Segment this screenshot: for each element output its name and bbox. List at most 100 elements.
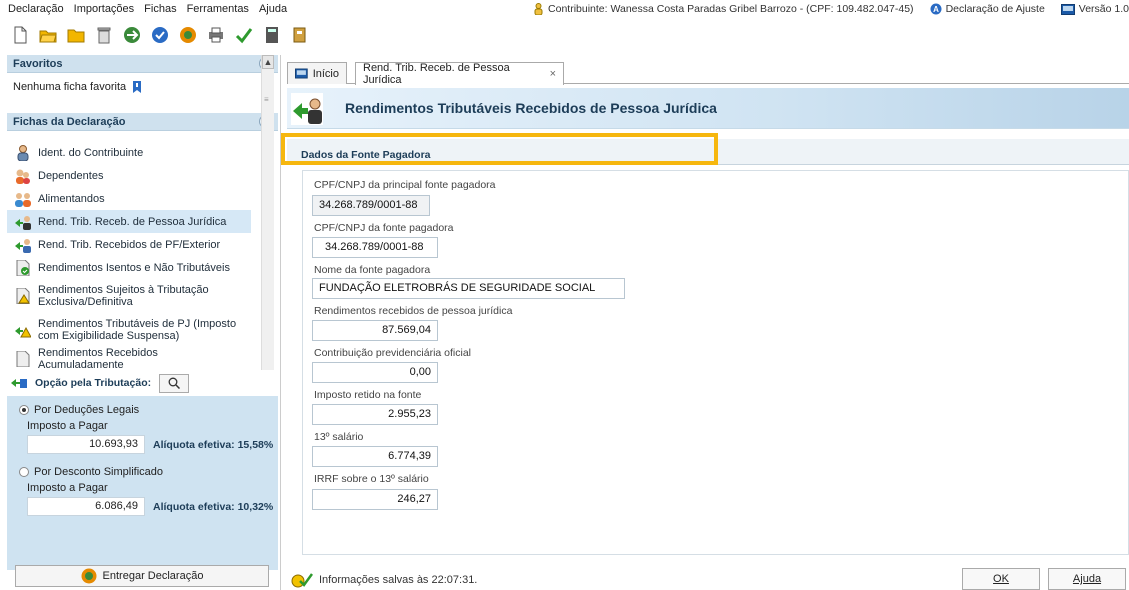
cpf-principal-field: 34.268.789/0001-88 [312, 195, 430, 216]
ficha-label: Rend. Trib. Receb. de Pessoa Jurídica [38, 215, 227, 228]
entregar-declaracao-button[interactable]: Entregar Declaração [15, 565, 269, 587]
saved-check-icon [291, 572, 313, 587]
contribuicao-field[interactable]: 0,00 [312, 362, 438, 383]
version-label: Versão 1.0 [1078, 3, 1129, 15]
fichas-title: Fichas da Declaração [13, 115, 126, 128]
ficha-rend-trib-pj[interactable]: Rend. Trib. Receb. de Pessoa Jurídica [7, 210, 251, 233]
status-message: Informações salvas às 22:07:31. [319, 573, 478, 586]
open-file-button[interactable] [38, 26, 57, 45]
tab-current-label: Rend. Trib. Receb. de Pessoa Jurídica [363, 62, 510, 86]
cpf-fonte-label: CPF/CNPJ da fonte pagadora [314, 222, 454, 234]
ficha-dependentes[interactable]: Dependentes [7, 164, 251, 187]
person-arrow-icon [15, 215, 31, 230]
print-button[interactable] [206, 26, 225, 45]
tributacao-title: Opção pela Tributação: [35, 377, 152, 389]
irrf-decimo-field[interactable]: 246,27 [312, 489, 438, 510]
ficha-rend-exclusiva[interactable]: Rendimentos Sujeitos à Tributação Exclus… [7, 279, 251, 313]
tab-bar: Início Rend. Trib. Receb. de Pessoa Jurí… [287, 62, 1129, 86]
opcao-simplificado-radio[interactable]: Por Desconto Simplificado [7, 454, 278, 478]
entregar-label: Entregar Declaração [102, 570, 204, 582]
menu-bar: Declaração Importações Fichas Ferramenta… [0, 0, 1129, 18]
menu-importacoes[interactable]: Importações [74, 3, 135, 15]
imposto-pagar-simplificado-value: 6.086,49 [27, 497, 145, 516]
menu-ajuda[interactable]: Ajuda [259, 3, 287, 15]
ficha-ident-contribuinte[interactable]: Ident. do Contribuinte [7, 141, 251, 164]
folder-button[interactable] [66, 26, 85, 45]
ficha-label: Alimentandos [38, 192, 105, 205]
transmit-button[interactable] [122, 26, 141, 45]
declaration-type-label: Declaração de Ajuste [945, 3, 1045, 15]
rendimentos-field[interactable]: 87.569,04 [312, 320, 438, 341]
nome-fonte-field[interactable]: FUNDAÇÃO ELETROBRÁS DE SEGURIDADE SOCIAL [312, 278, 625, 299]
cpf-fonte-field[interactable]: 34.268.789/0001-88 [312, 237, 438, 258]
calculator-button[interactable] [262, 26, 281, 45]
imposto-pagar-label: Imposto a Pagar [27, 482, 108, 494]
verify-button[interactable] [234, 26, 253, 45]
document-check-icon [16, 259, 30, 276]
page-title: Rendimentos Tributáveis Recebidos de Pes… [345, 100, 717, 116]
tributacao-search-button[interactable] [159, 373, 190, 393]
imposto-pagar-label: Imposto a Pagar [27, 420, 108, 432]
person-arrow-icon [291, 93, 323, 125]
ok-label: OK [993, 573, 1009, 585]
nome-fonte-label: Nome da fonte pagadora [314, 264, 431, 276]
decimo-terceiro-field[interactable]: 6.774,39 [312, 446, 438, 467]
ficha-rend-trib-pf[interactable]: Rend. Trib. Recebidos de PF/Exterior [7, 233, 251, 256]
ficha-label: Rendimentos Sujeitos à Tributação Exclus… [38, 284, 209, 308]
menu-fichas[interactable]: Fichas [144, 3, 176, 15]
delete-button[interactable] [94, 26, 113, 45]
scroll-grip-icon[interactable]: ≡ [264, 95, 271, 107]
scroll-up-icon[interactable]: ▲ [262, 55, 274, 69]
people-icon [15, 192, 31, 207]
close-icon[interactable]: × [550, 68, 556, 80]
receipt-button[interactable] [150, 26, 169, 45]
toolbar [0, 18, 1129, 52]
person-icon [17, 144, 29, 161]
tab-rend-trib-pj[interactable]: Rend. Trib. Receb. de Pessoa Jurídica × [355, 62, 564, 86]
deliver-button[interactable] [178, 26, 197, 45]
ajuda-label: Ajuda [1072, 573, 1102, 585]
contribuinte-label: Contribuinte: Wanessa Costa Paradas Grib… [548, 3, 914, 15]
opcao-simplificado-label: Por Desconto Simplificado [34, 466, 164, 478]
favoritos-empty-label: Nenhuma ficha favorita [13, 81, 127, 93]
highlight-box [281, 133, 718, 165]
decimo-terceiro-label: 13º salário [314, 431, 364, 443]
ficha-rend-exigibilidade[interactable]: Rendimentos Tributáveis de PJ (Imposto c… [7, 313, 251, 347]
bookmark-icon [133, 81, 142, 93]
ficha-label: Rend. Trib. Recebidos de PF/Exterior [38, 238, 221, 251]
user-icon [534, 3, 543, 15]
radio-unselected-icon[interactable] [19, 467, 29, 477]
ok-button[interactable]: OK [962, 568, 1040, 590]
book-button[interactable] [290, 26, 309, 45]
ficha-label: Ident. do Contribuinte [38, 146, 144, 159]
ficha-label: Dependentes [38, 169, 104, 182]
ficha-rend-isentos[interactable]: Rendimentos Isentos e Não Tributáveis [7, 256, 251, 279]
transmit-icon [123, 27, 140, 43]
new-file-button[interactable] [10, 26, 29, 45]
fichas-header[interactable]: Fichas da Declaração ︽ [7, 113, 278, 131]
cpf-principal-label: CPF/CNPJ da principal fonte pagadora [314, 179, 496, 191]
trash-icon [97, 27, 110, 44]
family-icon [16, 169, 30, 184]
globe-icon [81, 568, 97, 584]
folder-icon [67, 29, 84, 43]
contribuicao-label: Contribuição previdenciária oficial [314, 347, 471, 359]
radio-selected-icon[interactable] [19, 405, 29, 415]
imposto-pagar-deducoes-value: 10.693,93 [27, 435, 145, 454]
fichas-scrollbar[interactable]: ▲ ≡ ▼ [261, 55, 275, 387]
printer-icon [208, 27, 223, 43]
favoritos-header[interactable]: Favoritos ︽ [7, 55, 278, 73]
warning-arrow-icon [15, 326, 31, 338]
ficha-label: Rendimentos Tributáveis de PJ (Imposto c… [38, 318, 237, 342]
tributacao-header: Opção pela Tributação: [7, 370, 278, 396]
ajuda-button[interactable]: Ajuda [1048, 568, 1126, 590]
opcao-deducoes-radio[interactable]: Por Deduções Legais [7, 396, 278, 416]
ficha-rend-acumulados[interactable]: Rendimentos Recebidos Acumuladamente [7, 347, 251, 371]
book-icon [293, 27, 305, 43]
ficha-alimentandos[interactable]: Alimentandos [7, 187, 251, 210]
menu-ferramentas[interactable]: Ferramentas [187, 3, 249, 15]
menu-declaracao[interactable]: Declaração [8, 3, 64, 15]
tab-inicio[interactable]: Início [287, 62, 347, 84]
rendimentos-label: Rendimentos recebidos de pessoa jurídica [314, 305, 513, 317]
imposto-retido-field[interactable]: 2.955,23 [312, 404, 438, 425]
